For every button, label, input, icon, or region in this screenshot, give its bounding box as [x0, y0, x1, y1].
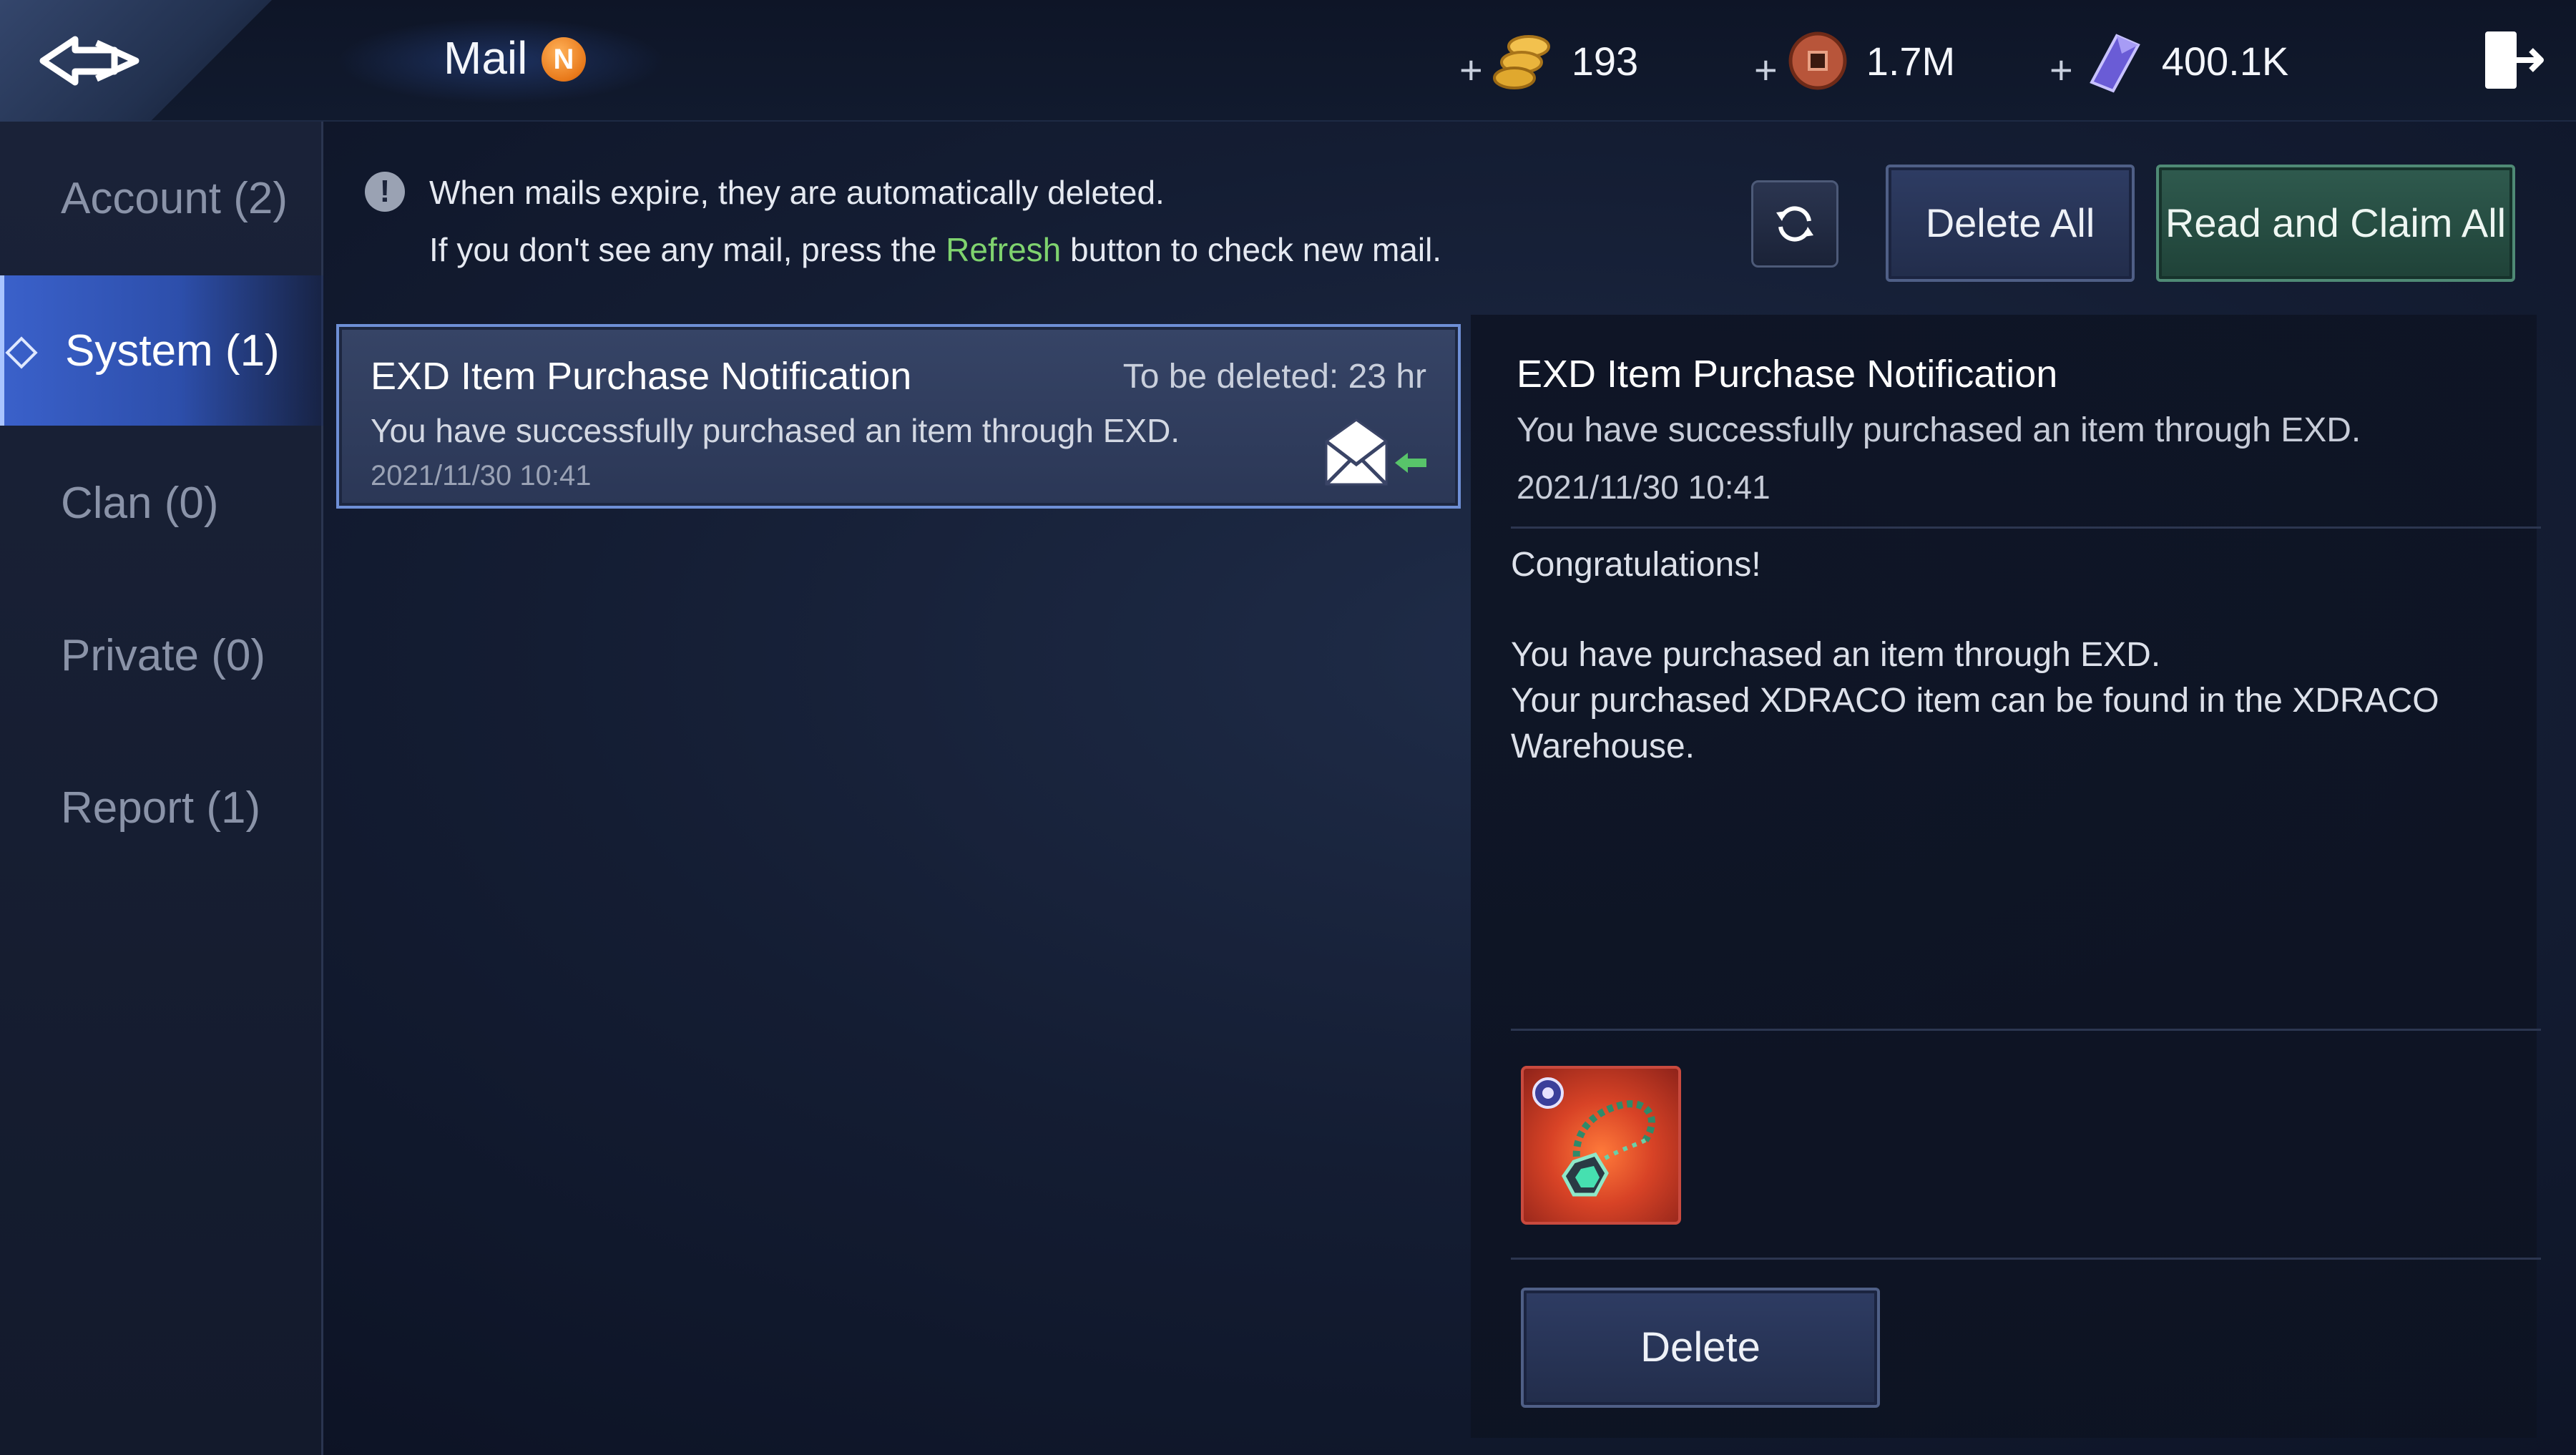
back-button[interactable] [29, 21, 150, 100]
gold-coins-icon [1492, 35, 1550, 89]
crystal-amount: 400.1K [2161, 38, 2289, 84]
detail-summary: You have successfully purchased an item … [1517, 411, 2361, 449]
exit-button[interactable] [2475, 24, 2547, 96]
jade-necklace-icon [1532, 1077, 1655, 1197]
refresh-icon [1776, 206, 1813, 242]
attachment-item-slot[interactable] [1521, 1066, 1681, 1225]
purple-crystal-icon [2089, 34, 2140, 93]
mail-item-expire: To be deleted: 23 hr [1122, 358, 1426, 396]
sidebar-item-report[interactable]: Report (1) [0, 733, 323, 883]
detail-divider-bottom [1511, 1258, 2541, 1260]
detail-divider-attachments [1511, 1029, 2541, 1031]
notice-refresh-highlight: Refresh [946, 231, 1062, 268]
mail-detail-panel: EXD Item Purchase Notification You have … [1471, 315, 2541, 1438]
open-envelope-icon [1325, 418, 1426, 486]
detail-body-line: Warehouse. [1511, 728, 1695, 765]
notice-refresh-prefix: If you don't see any mail, press the [429, 231, 946, 268]
notice-expire-text: When mails expire, they are automaticall… [429, 174, 1165, 211]
notice-refresh-suffix: button to check new mail. [1061, 231, 1442, 268]
copper-coin-icon [1788, 31, 1847, 90]
detail-divider-top [1511, 526, 2541, 529]
gold-amount: 193 [1571, 38, 1639, 84]
detail-body-line: Congratulations! [1511, 546, 1761, 584]
add-copper-icon: + [1754, 46, 1778, 92]
refresh-button[interactable] [1751, 180, 1838, 268]
mail-category-sidebar: Account (2) System (1) Clan (0) Private … [0, 122, 323, 1455]
notice-refresh-text: If you don't see any mail, press the Ref… [429, 230, 1441, 269]
sidebar-item-system[interactable]: System (1) [0, 275, 323, 426]
mail-item-date: 2021/11/30 10:41 [371, 460, 592, 491]
top-bar: Mail N + 193 + 1.7M + 400.1K [0, 0, 2576, 122]
currency-gold[interactable]: + 193 [1459, 21, 1638, 100]
currency-crystal[interactable]: + 400.1K [2049, 21, 2288, 100]
info-icon: ! [365, 172, 405, 212]
back-arrow-icon [39, 36, 139, 86]
mail-list-item[interactable]: EXD Item Purchase Notification To be del… [336, 324, 1461, 509]
sidebar-item-clan[interactable]: Clan (0) [0, 428, 323, 578]
detail-body-line: You have purchased an item through EXD. [1511, 636, 2161, 674]
new-badge: N [542, 37, 586, 82]
page-title: Mail [444, 32, 528, 84]
delete-all-button[interactable]: Delete All [1886, 165, 2135, 282]
copper-amount: 1.7M [1866, 38, 1956, 84]
exit-door-icon [2485, 31, 2544, 89]
currency-copper[interactable]: + 1.7M [1754, 21, 1955, 100]
add-gold-icon: + [1459, 46, 1483, 92]
detail-title: EXD Item Purchase Notification [1517, 353, 2058, 396]
sidebar-item-private[interactable]: Private (0) [0, 580, 323, 730]
add-crystal-icon: + [2049, 46, 2073, 92]
sidebar-item-account[interactable]: Account (2) [0, 123, 323, 273]
detail-date: 2021/11/30 10:41 [1517, 469, 1771, 506]
detail-body-line: Your purchased XDRACO item can be found … [1511, 682, 2439, 720]
delete-mail-button[interactable]: Delete [1521, 1288, 1880, 1408]
mail-item-title: EXD Item Purchase Notification [371, 355, 912, 398]
read-and-claim-all-button[interactable]: Read and Claim All [2156, 165, 2515, 282]
mail-item-summary: You have successfully purchased an item … [371, 412, 1180, 449]
